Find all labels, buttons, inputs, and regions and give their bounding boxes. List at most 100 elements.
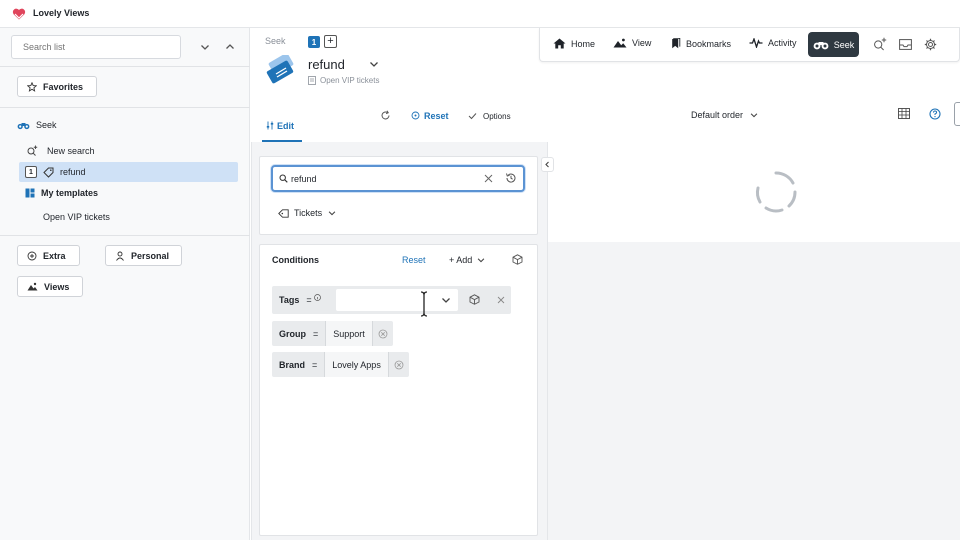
refresh-icon[interactable]: [380, 110, 391, 121]
nav-seek[interactable]: Seek: [808, 32, 859, 57]
template-item[interactable]: Open VIP tickets: [43, 212, 110, 222]
collapse-panel-button[interactable]: [541, 157, 554, 172]
options-button[interactable]: Options: [468, 112, 511, 121]
templates-header[interactable]: My templates: [25, 188, 98, 198]
search-plus-icon[interactable]: [873, 37, 887, 51]
history-icon[interactable]: [505, 172, 517, 184]
view-subtitle-text: Open VIP tickets: [320, 76, 380, 85]
tab-edit[interactable]: Edit: [266, 121, 294, 131]
personal-button[interactable]: Personal: [105, 245, 182, 266]
activity-icon: [749, 38, 763, 48]
condition-row-brand: Brand = Lovely Apps: [272, 352, 409, 377]
plus-circle-icon: [27, 251, 37, 261]
conditions-reset-button[interactable]: Reset: [402, 255, 426, 265]
text-cursor-icon: [419, 291, 429, 317]
gear-icon[interactable]: [924, 38, 937, 51]
condition-operator: =: [312, 359, 318, 370]
chevron-down-icon[interactable]: [368, 58, 380, 70]
nav-bookmarks-label: Bookmarks: [686, 38, 732, 49]
favorites-label: Favorites: [43, 81, 84, 92]
add-condition-label: + Add: [449, 255, 473, 265]
condition-value[interactable]: Support: [325, 321, 373, 346]
chevron-down-icon[interactable]: [440, 294, 452, 306]
tickets-filter-dropdown[interactable]: Tickets: [278, 208, 337, 218]
condition-key: Group: [279, 328, 306, 339]
sliders-icon: [266, 121, 274, 131]
nav-activity-label: Activity: [768, 38, 797, 48]
chevron-down-icon[interactable]: [199, 41, 211, 53]
add-tab-button[interactable]: +: [324, 35, 337, 48]
reset-label: Reset: [424, 111, 449, 121]
add-condition-button[interactable]: + Add: [449, 255, 486, 265]
search-icon: [279, 174, 288, 183]
views-button[interactable]: Views: [17, 276, 83, 297]
image-icon: [27, 282, 38, 291]
views-label: Views: [44, 281, 70, 292]
remove-condition-icon[interactable]: [497, 296, 505, 304]
nav-bookmarks[interactable]: Bookmarks: [670, 38, 731, 49]
personal-label: Personal: [131, 250, 170, 261]
new-search-item[interactable]: New search: [27, 145, 95, 156]
binoculars-icon: [813, 40, 829, 50]
ticket-view-icon: [264, 55, 298, 87]
bookmarks-icon: [670, 38, 681, 49]
person-icon: [115, 251, 125, 261]
document-icon: [308, 76, 316, 85]
templates-label: My templates: [41, 188, 99, 198]
tab-number-badge[interactable]: 1: [308, 36, 320, 48]
nav-view[interactable]: View: [613, 38, 651, 48]
templates-icon: [25, 188, 35, 198]
clear-search-icon[interactable]: [484, 174, 493, 183]
info-icon: [313, 293, 321, 301]
binoculars-icon: [17, 121, 30, 130]
sidebar-item-label: refund: [60, 167, 86, 177]
nav-seek-label: Seek: [833, 39, 855, 50]
cube-icon[interactable]: [512, 254, 523, 265]
new-search-label: New search: [47, 145, 95, 156]
results-area-background: [548, 242, 960, 540]
extra-label: Extra: [43, 250, 66, 261]
condition-key: Tags: [279, 295, 300, 305]
nav-home-label: Home: [571, 38, 596, 49]
remove-circle-icon[interactable]: [373, 329, 393, 339]
divider: [0, 66, 250, 67]
star-icon: [27, 81, 37, 92]
breadcrumb[interactable]: Seek: [265, 36, 286, 46]
top-bar: [0, 0, 960, 28]
options-label: Options: [483, 112, 511, 121]
nav-view-label: View: [632, 38, 652, 48]
reset-view-button[interactable]: Reset: [411, 111, 449, 121]
nav-activity[interactable]: Activity: [749, 38, 797, 48]
lovely-views-logo: [12, 7, 26, 21]
condition-operator: =: [313, 328, 319, 339]
ticket-icon: [278, 208, 289, 218]
sidebar-item-refund[interactable]: 1 refund: [25, 166, 86, 178]
search-plus-icon: [27, 145, 38, 156]
divider: [0, 107, 250, 108]
table-icon[interactable]: [898, 108, 910, 119]
search-list-input[interactable]: [11, 35, 181, 59]
sort-order-dropdown[interactable]: Default order: [691, 110, 759, 120]
home-icon: [553, 38, 566, 49]
chevron-up-icon[interactable]: [224, 41, 236, 53]
chevron-down-icon: [749, 110, 759, 120]
reset-icon: [411, 111, 420, 121]
condition-key: Brand: [279, 359, 306, 370]
view-title[interactable]: refund: [308, 57, 345, 72]
help-icon[interactable]: [929, 108, 941, 120]
condition-value[interactable]: Lovely Apps: [324, 352, 389, 377]
side-drawer-handle[interactable]: [954, 102, 960, 126]
condition-operator: =: [306, 295, 312, 305]
extra-button[interactable]: Extra: [17, 245, 80, 266]
sidebar-item-seek[interactable]: Seek: [17, 120, 57, 130]
cube-icon[interactable]: [469, 294, 480, 305]
favorites-button[interactable]: Favorites: [17, 76, 97, 97]
ticket-icon: [43, 167, 54, 178]
search-input-value[interactable]: refund: [291, 174, 317, 184]
conditions-title: Conditions: [272, 255, 319, 265]
view-subtitle: Open VIP tickets: [308, 76, 379, 85]
inbox-icon[interactable]: [899, 39, 912, 50]
tab-edit-label: Edit: [277, 121, 294, 131]
nav-home[interactable]: Home: [553, 38, 595, 49]
remove-circle-icon[interactable]: [389, 360, 409, 370]
